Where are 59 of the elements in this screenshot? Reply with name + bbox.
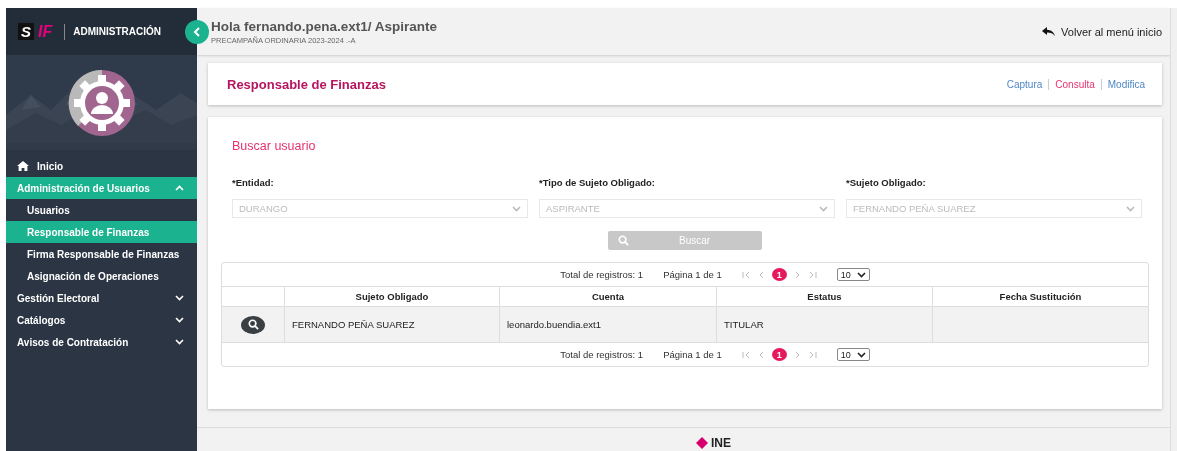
submenu-item[interactable]: Usuarios <box>6 199 197 221</box>
section-title: Buscar usuario <box>232 139 317 153</box>
field-label: *Sujeto Obligado: <box>846 177 927 188</box>
menu-item[interactable]: Inicio <box>6 155 197 177</box>
table-cell: TITULAR <box>716 306 932 342</box>
menu-item[interactable]: Administración de Usuarios <box>6 177 197 199</box>
greeting: Hola fernando.pena.ext1/ Aspirante <box>211 18 438 34</box>
page-indicator: Página 1 de 1 <box>663 269 722 280</box>
table-cell: FERNANDO PEÑA SUAREZ <box>284 306 499 342</box>
chevron-down-icon <box>856 351 866 358</box>
field-label: *Tipo de Sujeto Obligado: <box>539 177 656 188</box>
menu-item[interactable]: Catálogos <box>6 309 197 331</box>
chevron-down-icon <box>175 295 184 301</box>
chevron-up-icon <box>175 185 184 191</box>
submenu-item[interactable]: Asignación de Operaciones <box>6 265 197 287</box>
user-gear-icon <box>67 68 136 137</box>
footer-logo: INE <box>636 436 731 450</box>
record-count: Total de registros: 1 <box>560 269 644 280</box>
submenu-item[interactable]: Responsable de Finanzas <box>6 221 197 243</box>
field-label: *Entidad: <box>232 177 275 188</box>
menu-item[interactable]: Avisos de Contratación <box>6 331 197 353</box>
last-page-icon[interactable] <box>808 270 817 279</box>
page-indicator: Página 1 de 1 <box>663 349 722 360</box>
chevron-down-icon <box>856 271 866 278</box>
chevron-down-icon <box>512 205 521 212</box>
page-title: Responsable de Finanzas <box>227 76 386 92</box>
first-page-icon[interactable] <box>741 350 750 359</box>
current-page[interactable]: 1 <box>771 348 787 361</box>
chevron-down-icon <box>1126 205 1135 212</box>
next-page-icon[interactable] <box>794 350 801 359</box>
record-count: Total de registros: 1 <box>560 349 644 360</box>
first-page-icon[interactable] <box>741 270 750 279</box>
action-link[interactable]: Captura <box>1006 78 1043 90</box>
chevron-down-icon <box>819 205 828 212</box>
action-link[interactable]: Modifica <box>1100 78 1145 90</box>
action-link[interactable]: Consulta <box>1048 78 1095 90</box>
previous-page-icon[interactable] <box>757 350 764 359</box>
page-size-select[interactable]: 10 <box>836 268 870 281</box>
current-page[interactable]: 1 <box>771 268 787 281</box>
menu-item[interactable]: Gestión Electoral <box>6 287 197 309</box>
previous-page-icon[interactable] <box>757 270 764 279</box>
collapse-button[interactable] <box>185 20 209 44</box>
app-title: ADMINISTRACIÓN <box>73 26 161 37</box>
chevron-left-icon <box>193 27 201 37</box>
chevron-down-icon <box>175 339 184 345</box>
page-size-select[interactable]: 10 <box>836 348 870 361</box>
home-icon <box>17 161 29 171</box>
next-page-icon[interactable] <box>794 270 801 279</box>
table-cell: leonardo.buendia.ext1 <box>499 306 716 342</box>
view-button[interactable] <box>241 315 265 334</box>
search-icon <box>247 319 259 330</box>
logo: S IF <box>18 22 57 41</box>
reply-arrow-icon <box>1042 27 1056 36</box>
last-page-icon[interactable] <box>808 350 817 359</box>
submenu-item[interactable]: Firma Responsable de Finanzas <box>6 243 197 265</box>
chevron-down-icon <box>175 317 184 323</box>
search-icon <box>618 235 629 246</box>
scrollbar[interactable] <box>1170 8 1177 451</box>
back-link[interactable]: Volver al menú inicio <box>1042 25 1162 38</box>
